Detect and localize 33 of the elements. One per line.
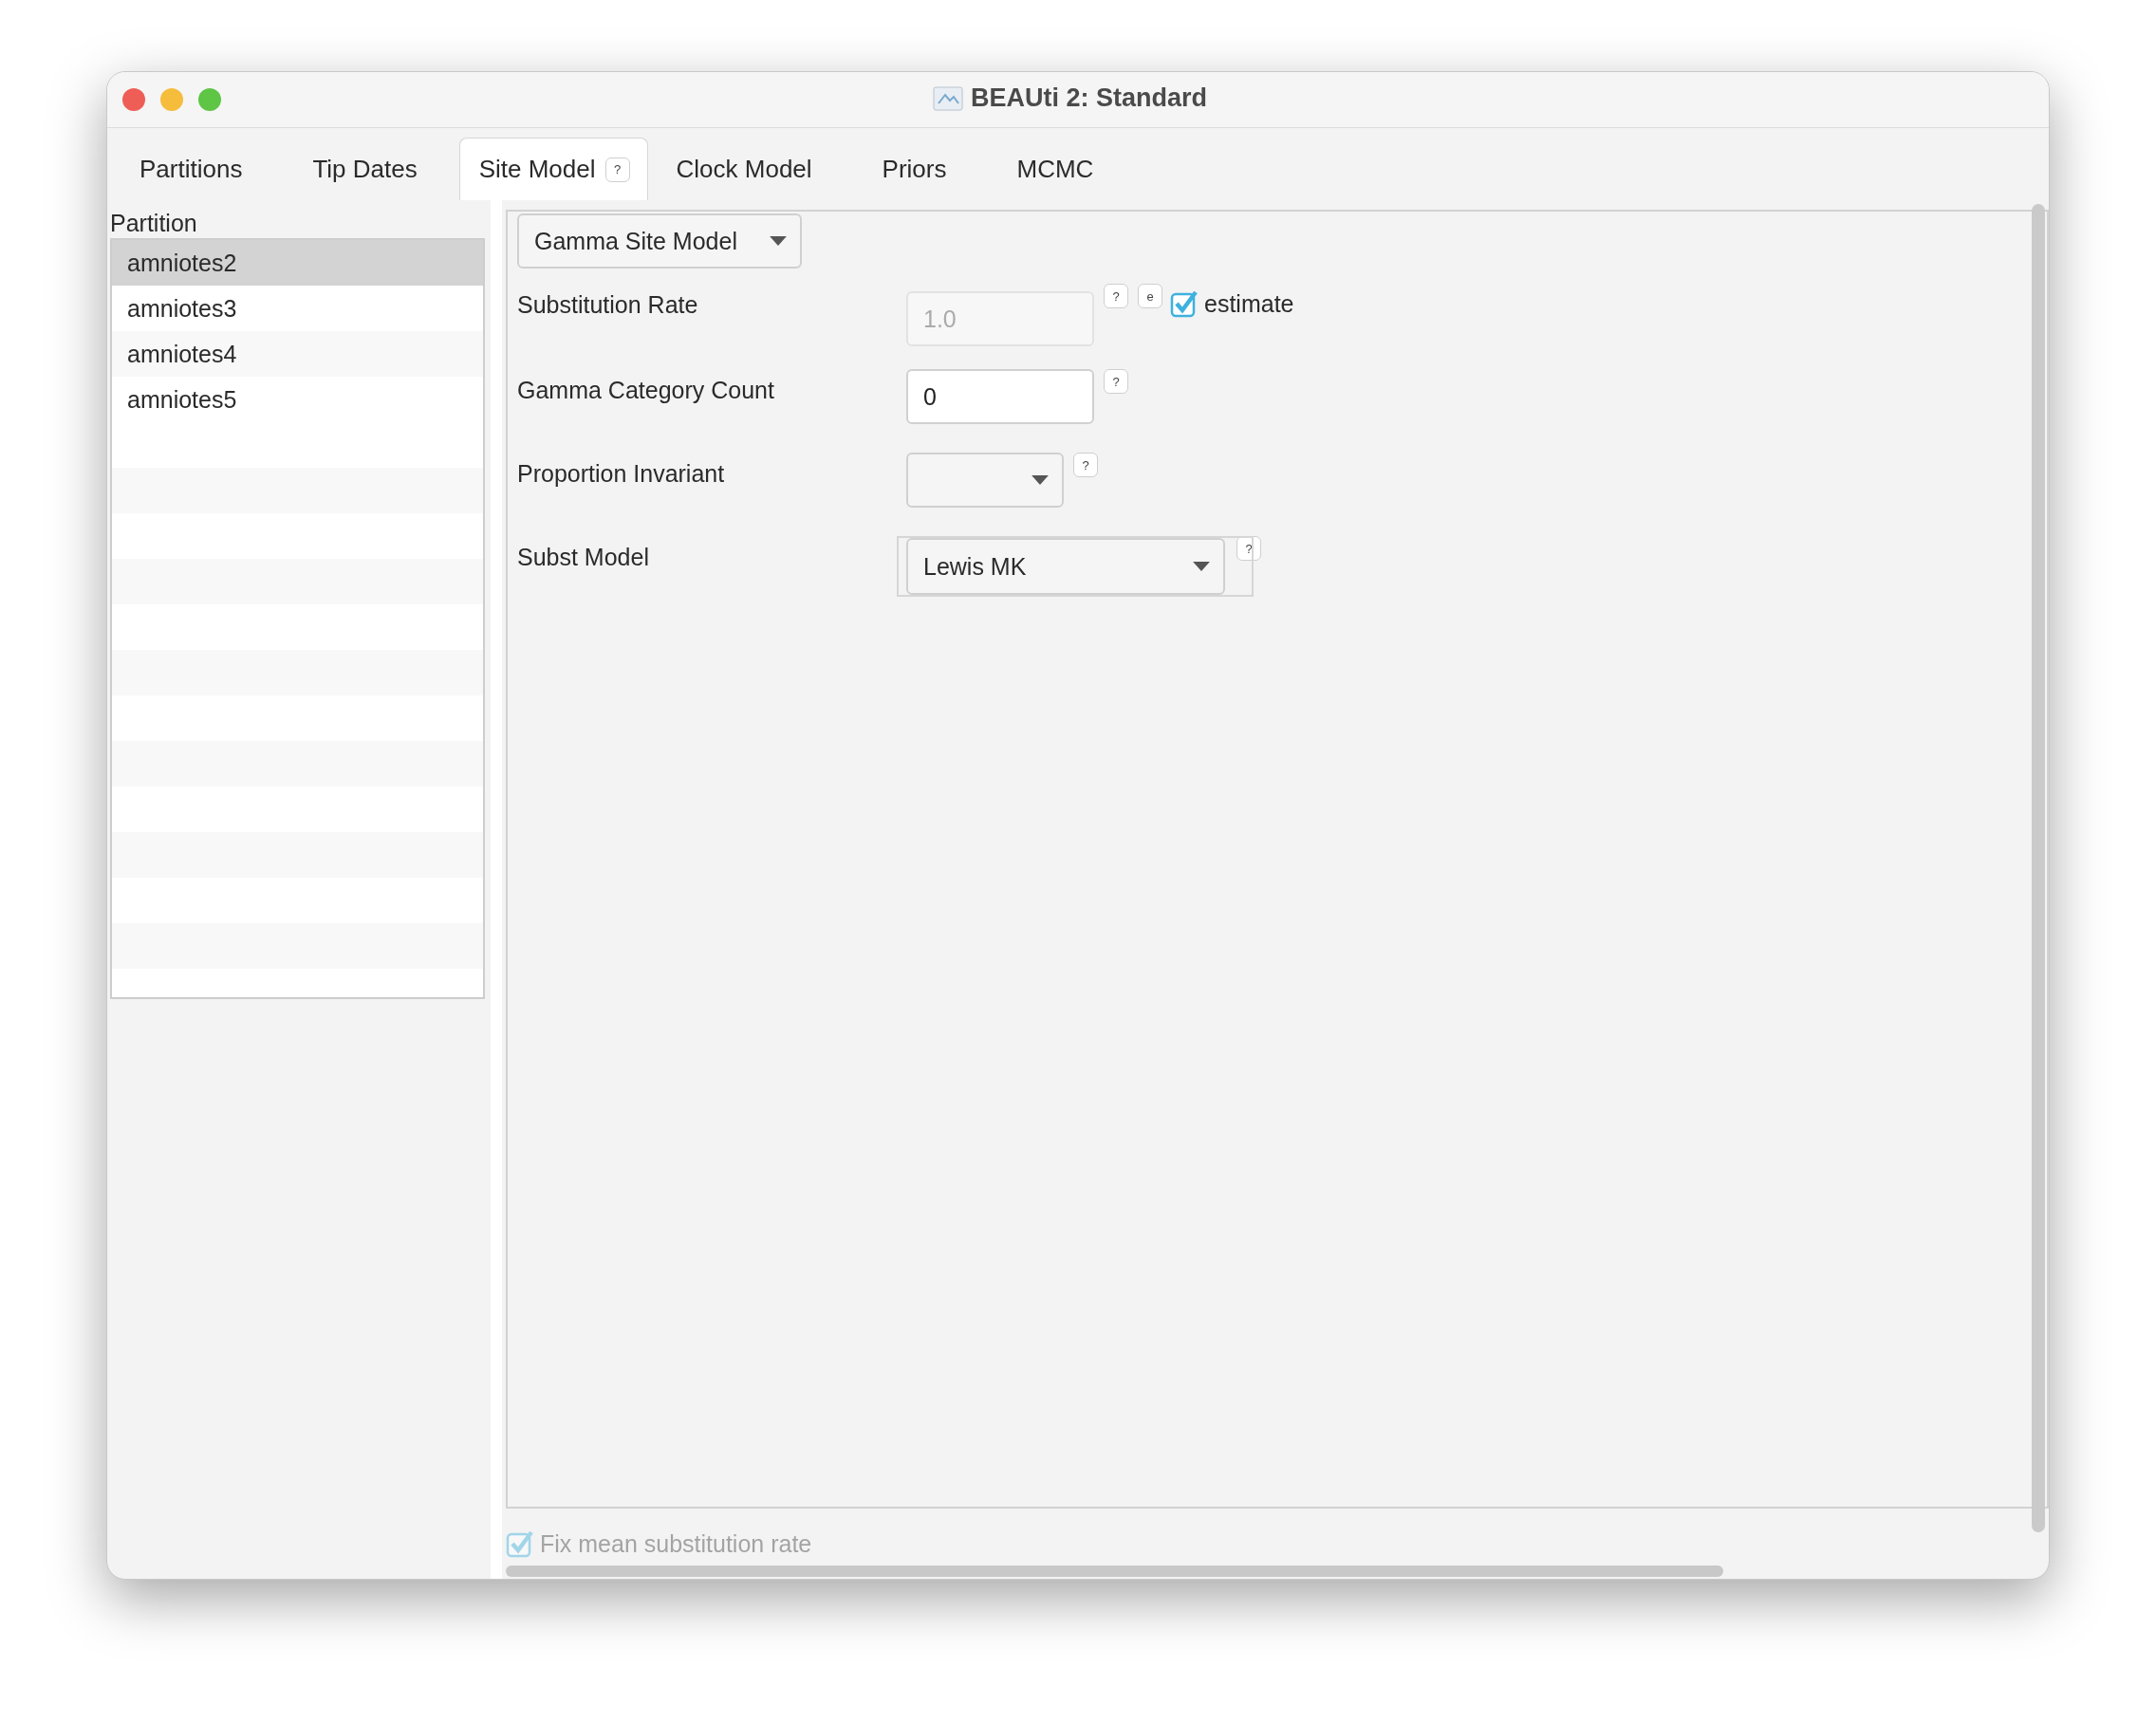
checkbox-label: estimate [1204, 289, 1294, 318]
tab[interactable]: Tip Dates [284, 138, 459, 200]
help-button[interactable]: ? [604, 157, 630, 182]
field-label: Substitution Rate [517, 290, 699, 320]
tab[interactable]: Priors [853, 138, 989, 200]
tab[interactable]: MCMC [988, 138, 1136, 200]
checkbox-label: Fix mean substitution rate [540, 1529, 812, 1558]
field-label: Gamma Category Count [517, 376, 775, 405]
tab[interactable]: Clock Model [647, 138, 854, 200]
list-item[interactable]: amniotes2 [112, 240, 483, 286]
close-button[interactable] [122, 88, 145, 111]
field-label: Proportion Invariant [517, 459, 726, 489]
tab[interactable]: Site Model ? [458, 138, 648, 200]
app-icon [933, 85, 963, 111]
input-field[interactable]: 0 [906, 369, 1094, 424]
caret-icon [1032, 475, 1049, 485]
zoom-button[interactable] [198, 88, 221, 111]
field-label: Subst Model [517, 543, 650, 572]
window-title: BEAUti 2: Standard [971, 83, 1208, 113]
caret-icon [770, 236, 787, 246]
caret-icon [1193, 562, 1210, 571]
dropdown[interactable] [906, 453, 1064, 508]
list-heading: Partition [110, 210, 198, 238]
minimize-button[interactable] [160, 88, 183, 111]
help-button[interactable]: ? [1073, 453, 1098, 477]
dropdown[interactable]: Gamma Site Model [517, 213, 802, 269]
splitter-handle[interactable] [491, 200, 502, 1579]
dropdown[interactable]: Lewis MK [906, 538, 1225, 595]
tab[interactable]: Partitions [111, 138, 285, 200]
scrollbar[interactable] [2032, 204, 2045, 1532]
list-item[interactable]: amniotes4 [112, 331, 483, 377]
scrollbar[interactable] [506, 1566, 1723, 1577]
help-button[interactable]: ? [1104, 369, 1128, 394]
